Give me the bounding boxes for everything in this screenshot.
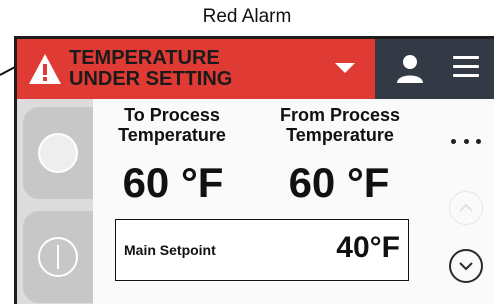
user-icon bbox=[397, 55, 423, 83]
setpoint-value: 40°F bbox=[336, 231, 400, 264]
to-process-title-line2: Temperature bbox=[118, 125, 226, 145]
from-process-title: From Process Temperature bbox=[265, 105, 415, 145]
chevron-up-icon bbox=[459, 203, 473, 212]
left-rail bbox=[17, 99, 93, 304]
alarm-dropdown-button[interactable] bbox=[331, 53, 359, 83]
alarm-message: TEMPERATURE UNDER SETTING bbox=[69, 48, 309, 90]
from-process-value: 60 °F bbox=[288, 159, 390, 206]
user-button[interactable] bbox=[393, 53, 427, 85]
power-icon bbox=[38, 237, 78, 277]
main-panel: To Process Temperature From Process Temp… bbox=[93, 99, 423, 304]
right-rail bbox=[423, 99, 494, 304]
alarm-message-line1: TEMPERATURE bbox=[69, 47, 220, 69]
more-dots-icon[interactable] bbox=[451, 133, 481, 149]
from-process-title-line1: From Process bbox=[279, 105, 401, 125]
circle-icon bbox=[38, 133, 78, 173]
setpoint-label: Main Setpoint bbox=[124, 242, 216, 258]
scroll-down-button[interactable] bbox=[449, 249, 483, 283]
scroll-up-button[interactable] bbox=[449, 191, 483, 225]
power-button[interactable] bbox=[23, 211, 93, 303]
to-process-title-line1: To Process bbox=[124, 105, 220, 125]
main-setpoint-field[interactable]: Main Setpoint 40°F bbox=[115, 219, 409, 281]
header-controls bbox=[375, 39, 494, 99]
alarm-message-line2: UNDER SETTING bbox=[69, 68, 233, 90]
from-process-title-line2: Temperature bbox=[286, 125, 394, 145]
chevron-down-icon bbox=[459, 262, 473, 271]
hamburger-menu-icon[interactable] bbox=[453, 56, 479, 80]
figure-caption: Red Alarm bbox=[202, 6, 292, 27]
alarm-banner[interactable]: TEMPERATURE UNDER SETTING bbox=[17, 39, 375, 99]
hmi-screen: TEMPERATURE UNDER SETTING To Process Tem… bbox=[14, 36, 494, 304]
caret-down-icon bbox=[335, 63, 355, 73]
to-process-title: To Process Temperature bbox=[97, 105, 247, 145]
to-process-value: 60 °F bbox=[122, 159, 224, 206]
start-button[interactable] bbox=[23, 107, 93, 199]
warning-triangle-icon bbox=[25, 47, 65, 91]
